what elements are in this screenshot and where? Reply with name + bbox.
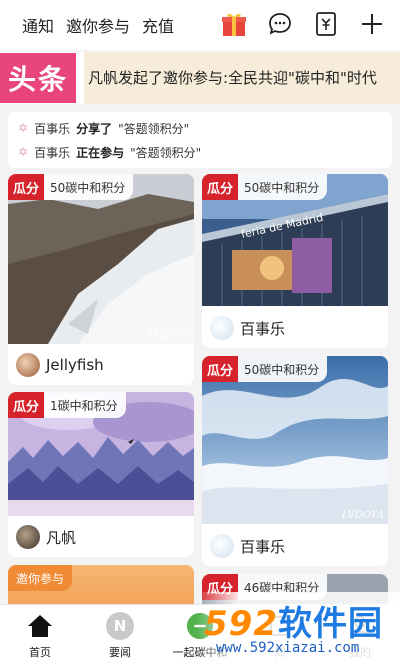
activity-card[interactable]: feria de Madrid 瓜分 50碳中和积分 百事乐 [202,174,388,348]
reward-label: 50碳中和积分 [244,362,320,377]
card-user: Jellyfish [16,345,104,385]
chat-icon[interactable] [266,10,294,38]
split-badge: 瓜分 [202,356,238,382]
activity-card[interactable]: LVDOYA 瓜分 50碳中和积分 百事乐 [202,356,388,566]
star-icon: ✡ [18,121,29,135]
tab-label: 首页 [29,645,51,659]
news-icon: N [106,611,134,640]
card-username: Jellyfish [46,356,104,374]
watermark-logo: 592软件园 [204,596,383,645]
site-watermark: 592软件园 www.592xiazai.com [196,592,400,666]
watermark-number: 592 [204,604,278,644]
plus-icon[interactable] [358,10,386,38]
headline-badge: 头条 [0,53,76,103]
avatar [16,353,40,377]
avatar [210,534,234,558]
nav-invite[interactable]: 邀你参与 [66,13,130,37]
activity-action: 分享了 [76,121,113,136]
tab-news[interactable]: N 要闻 [80,605,160,666]
reward-tag: 瓜分 50碳中和积分 [202,356,328,382]
activity-row[interactable]: ✡ 百事乐 正在参与 "答题领积分" [18,140,382,164]
top-nav: 通知 邀你参与 充值 [22,13,174,37]
activity-card[interactable]: 瓜分 1碳中和积分 凡帆 [8,392,194,557]
invite-tag: 邀你参与 [8,565,73,591]
activity-card[interactable]: LVDOYA 瓜分 50碳中和积分 Jellyfish [8,174,194,385]
split-badge: 瓜分 [8,392,44,418]
card-username: 百事乐 [240,319,286,338]
nav-notifications[interactable]: 通知 [22,13,54,37]
tab-home[interactable]: 首页 [0,605,80,666]
activity-feed: ✡ 百事乐 分享了 "答题领积分" ✡ 百事乐 正在参与 "答题领积分" [8,112,392,168]
activity-action: 正在参与 [76,145,125,160]
activity-row[interactable]: ✡ 百事乐 分享了 "答题领积分" [18,116,382,140]
card-username: 凡帆 [46,528,77,547]
top-actions [220,10,386,38]
wallet-icon[interactable] [312,10,340,38]
watermark-text: 软件园 [277,604,383,644]
tab-label: 要闻 [109,645,131,659]
activity-user: 百事乐 [34,145,71,160]
card-username: 百事乐 [240,537,286,556]
watermark-url: www.592xiazai.com [216,640,360,656]
activity-title: "答题领积分" [130,145,202,160]
avatar [16,525,40,549]
reward-tag: 瓜分 1碳中和积分 [8,392,126,418]
reward-label: 50碳中和积分 [50,180,126,195]
split-badge: 瓜分 [8,174,44,200]
reward-tag: 瓜分 50碳中和积分 [8,174,134,200]
card-user: 百事乐 [210,526,285,566]
top-bar: 通知 邀你参与 充值 [0,0,400,50]
headline-ticker[interactable]: 凡帆发起了邀你参与:全民共迎"碳中和"时代 [84,52,400,104]
avatar [210,316,234,340]
reward-label: 1碳中和积分 [50,398,118,413]
nav-recharge[interactable]: 充值 [142,13,174,37]
reward-tag: 瓜分 50碳中和积分 [202,174,328,200]
star-icon: ✡ [18,145,29,159]
split-badge: 瓜分 [202,174,238,200]
card-user: 百事乐 [210,308,285,348]
activity-user: 百事乐 [34,121,71,136]
home-icon [26,612,54,640]
reward-label: 50碳中和积分 [244,180,320,195]
headline-bar[interactable]: 头条 凡帆发起了邀你参与:全民共迎"碳中和"时代 [0,52,400,104]
image-watermark: LVDOYA [341,510,384,521]
image-watermark: LVDOYA [147,330,190,341]
card-user: 凡帆 [16,517,76,557]
activity-title: "答题领积分" [118,121,190,136]
gift-icon[interactable] [220,10,248,38]
